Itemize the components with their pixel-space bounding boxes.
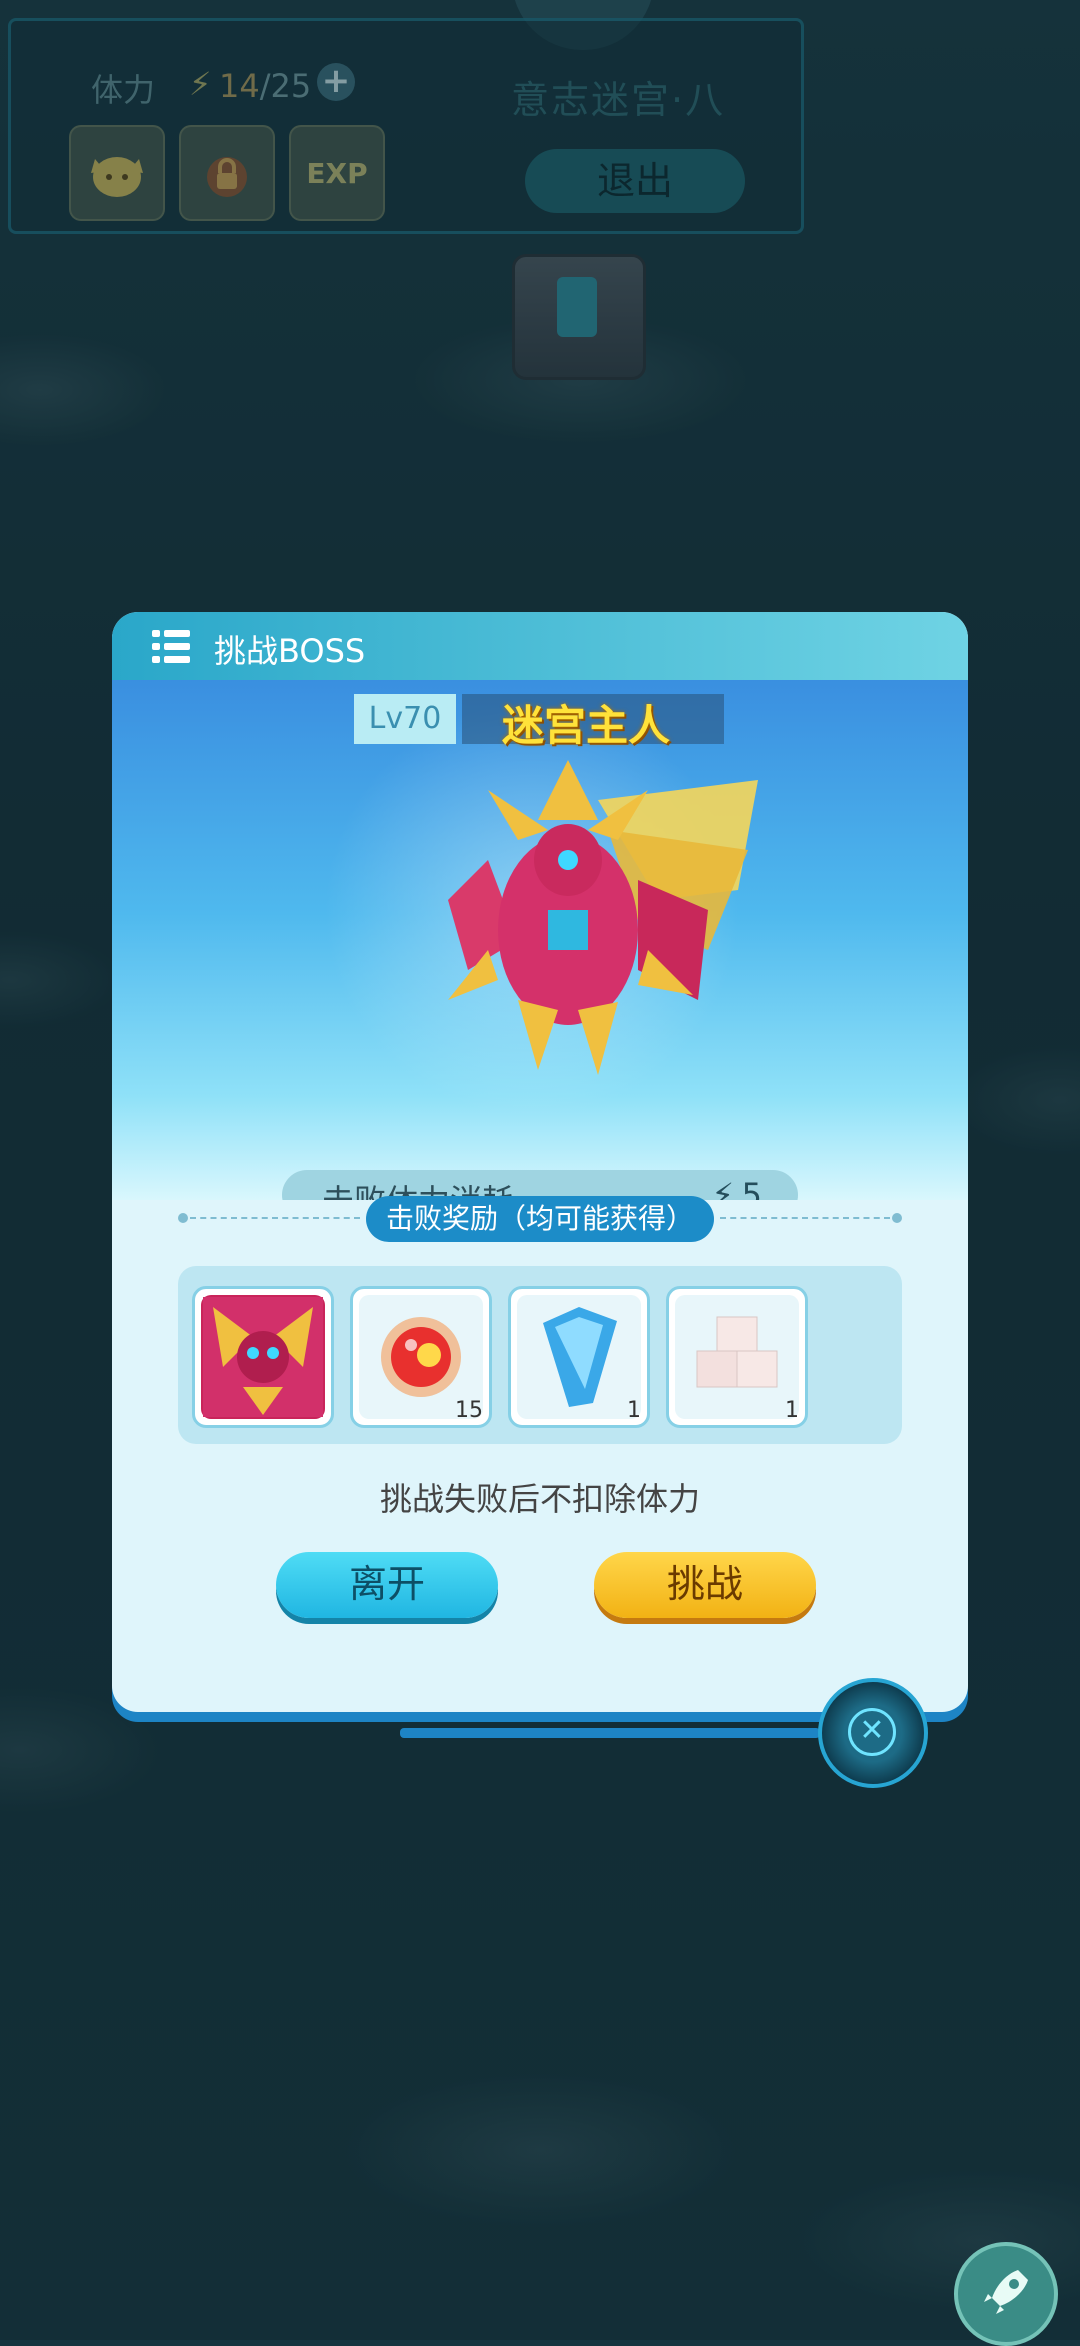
divider-dot [892,1213,902,1223]
dialog-deco-bar [400,1728,820,1738]
divider-line-left [190,1217,360,1221]
reward-item-sugar-cube[interactable]: 1 [666,1286,808,1428]
dialog-title: 挑战BOSS [214,632,366,670]
close-button[interactable]: ✕ [818,1678,928,1788]
divider-line-right [720,1217,890,1221]
list-icon [152,630,190,664]
dialog-header: 挑战BOSS [112,612,968,680]
reward-item-blue-crystal[interactable]: 1 [508,1286,650,1428]
boss-stage: Lv70 迷宫主人 击败体力消耗 ⚡ 5 [112,680,968,1200]
rocket-icon [984,2270,1028,2314]
rewards-list: 15 1 1 [178,1266,902,1444]
challenge-button[interactable]: 挑战 [594,1552,816,1618]
rocket-button[interactable] [954,2242,1058,2346]
stamina-cost-value: 5 [741,1176,762,1200]
failure-note: 挑战失败后不扣除体力 [379,1480,700,1518]
lightning-icon: ⚡ [711,1176,734,1200]
close-icon: ✕ [848,1708,896,1756]
reward-count: 1 [785,1398,799,1423]
blue-crystal-icon [543,1307,617,1407]
reward-item-boss-portrait[interactable] [192,1286,334,1428]
challenge-boss-dialog: 挑战BOSS Lv70 迷宫主人 击败体力消耗 ⚡ 5 [112,612,968,1712]
sugar-cube-icon [696,1316,778,1388]
boss-portrait-icon [203,1297,323,1417]
reward-count: 1 [627,1398,641,1423]
boss-character-image [448,760,758,1075]
reward-count: 15 [455,1398,483,1423]
boss-level: Lv70 [354,694,456,744]
leave-button[interactable]: 离开 [276,1552,498,1618]
fire-orb-icon [381,1317,461,1397]
rewards-label: 击败奖励（均可能获得） [366,1196,714,1242]
divider-dot [178,1213,188,1223]
reward-item-fire-orb[interactable]: 15 [350,1286,492,1428]
